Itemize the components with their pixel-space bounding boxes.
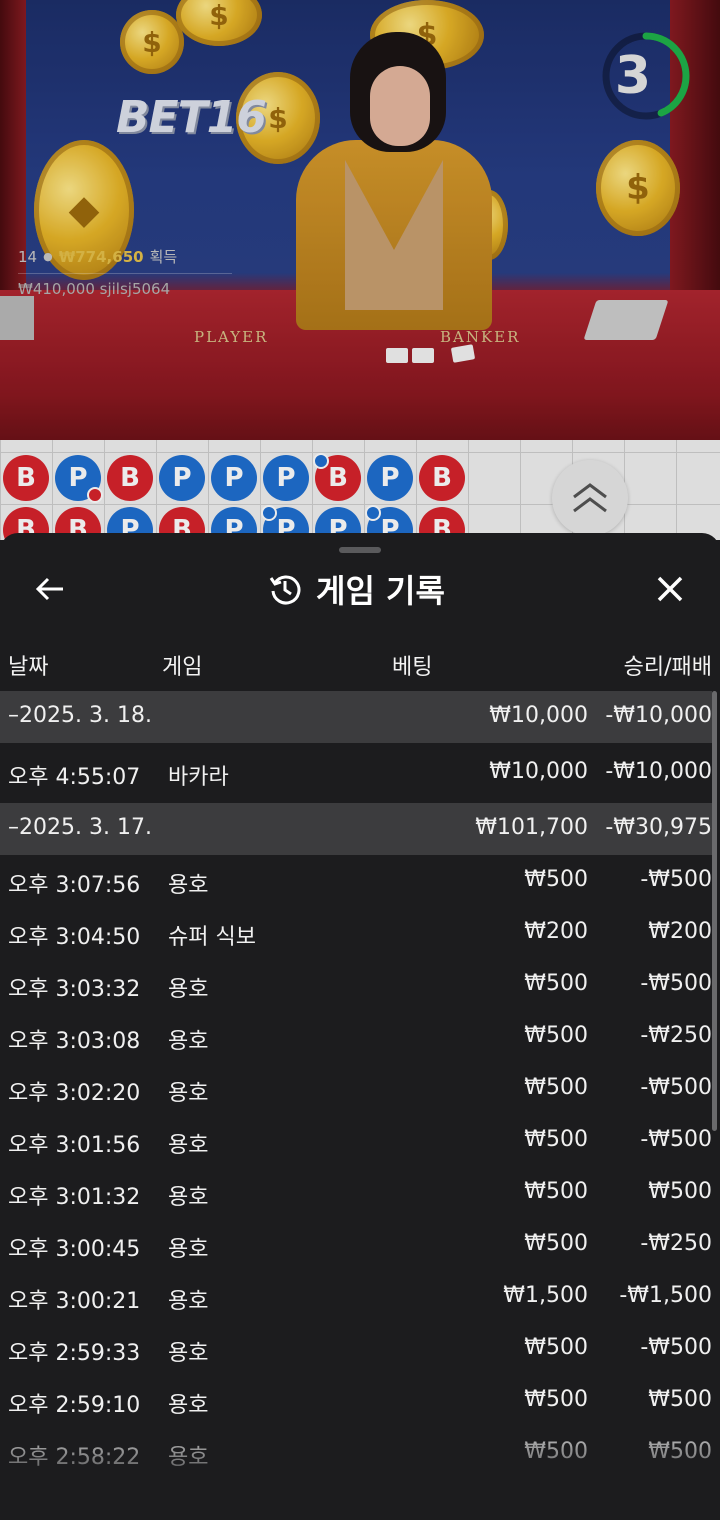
- history-row[interactable]: 오후 3:04:50 슈퍼 식보 ₩200 ₩200: [0, 907, 712, 959]
- row-game: 바카라: [168, 765, 229, 790]
- row-time: 오후 3:02:20: [8, 1081, 141, 1106]
- row-time: 오후 3:01:32: [8, 1185, 141, 1210]
- row-bet: ₩101,700: [475, 815, 588, 840]
- row-game: 용호: [168, 1289, 209, 1314]
- row-game: 용호: [168, 1237, 209, 1262]
- row-result: -₩500: [640, 971, 712, 996]
- row-bet: ₩10,000: [489, 759, 588, 784]
- row-bet: ₩500: [524, 1231, 588, 1256]
- column-headers: 날짜 게임 베팅 승리/패배: [0, 645, 720, 683]
- row-time: 오후 3:00:45: [8, 1237, 141, 1262]
- row-bet: ₩500: [524, 971, 588, 996]
- col-bet: 베팅: [392, 655, 433, 680]
- row-result: -₩10,000: [605, 703, 712, 728]
- row-time: 오후 3:04:50: [8, 925, 141, 950]
- history-row[interactable]: 오후 2:59:33 용호 ₩500 -₩500: [0, 1323, 712, 1375]
- row-bet: ₩500: [524, 1179, 588, 1204]
- row-game: 용호: [168, 977, 209, 1002]
- row-time: 오후 2:59:33: [8, 1341, 141, 1366]
- group-date: –2025. 3. 18.: [8, 703, 152, 728]
- close-button[interactable]: [646, 569, 694, 609]
- row-result: -₩500: [640, 867, 712, 892]
- row-time: 오후 2:59:10: [8, 1393, 141, 1418]
- history-row[interactable]: 오후 2:59:10 용호 ₩500 ₩500: [0, 1375, 712, 1427]
- history-row[interactable]: 오후 3:03:08 용호 ₩500 -₩250: [0, 1011, 712, 1063]
- row-result: ₩500: [648, 1179, 712, 1204]
- row-result: -₩500: [640, 1127, 712, 1152]
- row-bet: ₩500: [524, 1387, 588, 1412]
- row-time: 오후 3:07:56: [8, 873, 141, 898]
- history-row[interactable]: 오후 3:00:45 용호 ₩500 -₩250: [0, 1219, 712, 1271]
- history-row[interactable]: 오후 3:01:32 용호 ₩500 ₩500: [0, 1167, 712, 1219]
- row-game: 용호: [168, 1445, 209, 1470]
- row-bet: ₩500: [524, 1439, 588, 1464]
- history-row[interactable]: 오후 3:02:20 용호 ₩500 -₩500: [0, 1063, 712, 1115]
- history-row[interactable]: 오후 2:58:22 용호 ₩500 ₩500: [0, 1427, 712, 1479]
- col-result: 승리/패배: [623, 655, 712, 680]
- row-bet: ₩500: [524, 1127, 588, 1152]
- row-game: 용호: [168, 1029, 209, 1054]
- row-result: -₩30,975: [605, 815, 712, 840]
- history-row[interactable]: 오후 3:00:21 용호 ₩1,500 -₩1,500: [0, 1271, 712, 1323]
- row-bet: ₩500: [524, 867, 588, 892]
- row-result: -₩1,500: [619, 1283, 712, 1308]
- row-time: 오후 4:55:07: [8, 765, 141, 790]
- history-row[interactable]: 오후 3:03:32 용호 ₩500 -₩500: [0, 959, 712, 1011]
- game-history-sheet: 게임 기록 날짜 게임 베팅 승리/패배 –2025. 3. 18. ₩10,00…: [0, 533, 720, 1520]
- history-row[interactable]: 오후 4:55:07 바카라 ₩10,000 -₩10,000: [0, 743, 712, 803]
- back-button[interactable]: [26, 569, 74, 609]
- row-game: 용호: [168, 873, 209, 898]
- row-time: 오후 3:03:08: [8, 1029, 141, 1054]
- row-result: -₩10,000: [605, 759, 712, 784]
- row-result: ₩500: [648, 1439, 712, 1464]
- row-result: -₩500: [640, 1335, 712, 1360]
- row-result: -₩250: [640, 1023, 712, 1048]
- row-result: ₩200: [648, 919, 712, 944]
- row-bet: ₩200: [524, 919, 588, 944]
- history-list[interactable]: –2025. 3. 18. ₩10,000 -₩10,000 오후 4:55:07 바카…: [0, 691, 720, 1479]
- row-bet: ₩1,500: [503, 1283, 588, 1308]
- row-time: 오후 3:01:56: [8, 1133, 141, 1158]
- row-game: 용호: [168, 1185, 209, 1210]
- row-time: 오후 3:00:21: [8, 1289, 141, 1314]
- row-bet: ₩500: [524, 1075, 588, 1100]
- row-game: 용호: [168, 1393, 209, 1418]
- row-game: 용호: [168, 1341, 209, 1366]
- arrow-left-icon: [35, 577, 63, 601]
- close-icon: [657, 576, 683, 602]
- row-result: -₩500: [640, 1075, 712, 1100]
- history-icon: [269, 575, 301, 605]
- sheet-header: 게임 기록: [268, 567, 445, 611]
- date-group-row[interactable]: –2025. 3. 17. ₩101,700 -₩30,975: [0, 803, 712, 855]
- row-time: 오후 3:03:32: [8, 977, 141, 1002]
- row-bet: ₩500: [524, 1023, 588, 1048]
- group-date: –2025. 3. 17.: [8, 815, 152, 840]
- row-time: 오후 2:58:22: [8, 1445, 141, 1470]
- row-game: 슈퍼 식보: [168, 925, 256, 950]
- backdrop-dim[interactable]: [0, 0, 720, 540]
- row-game: 용호: [168, 1133, 209, 1158]
- col-date: 날짜: [8, 655, 49, 680]
- history-row[interactable]: 오후 3:01:56 용호 ₩500 -₩500: [0, 1115, 712, 1167]
- row-result: -₩250: [640, 1231, 712, 1256]
- date-group-row[interactable]: –2025. 3. 18. ₩10,000 -₩10,000: [0, 691, 712, 743]
- scrollbar[interactable]: [712, 691, 717, 1131]
- row-bet: ₩10,000: [489, 703, 588, 728]
- col-game: 게임: [162, 655, 203, 680]
- sheet-title: 게임 기록: [316, 572, 445, 610]
- drag-handle[interactable]: [339, 547, 381, 553]
- row-result: ₩500: [648, 1387, 712, 1412]
- history-row[interactable]: 오후 3:07:56 용호 ₩500 -₩500: [0, 855, 712, 907]
- row-game: 용호: [168, 1081, 209, 1106]
- row-bet: ₩500: [524, 1335, 588, 1360]
